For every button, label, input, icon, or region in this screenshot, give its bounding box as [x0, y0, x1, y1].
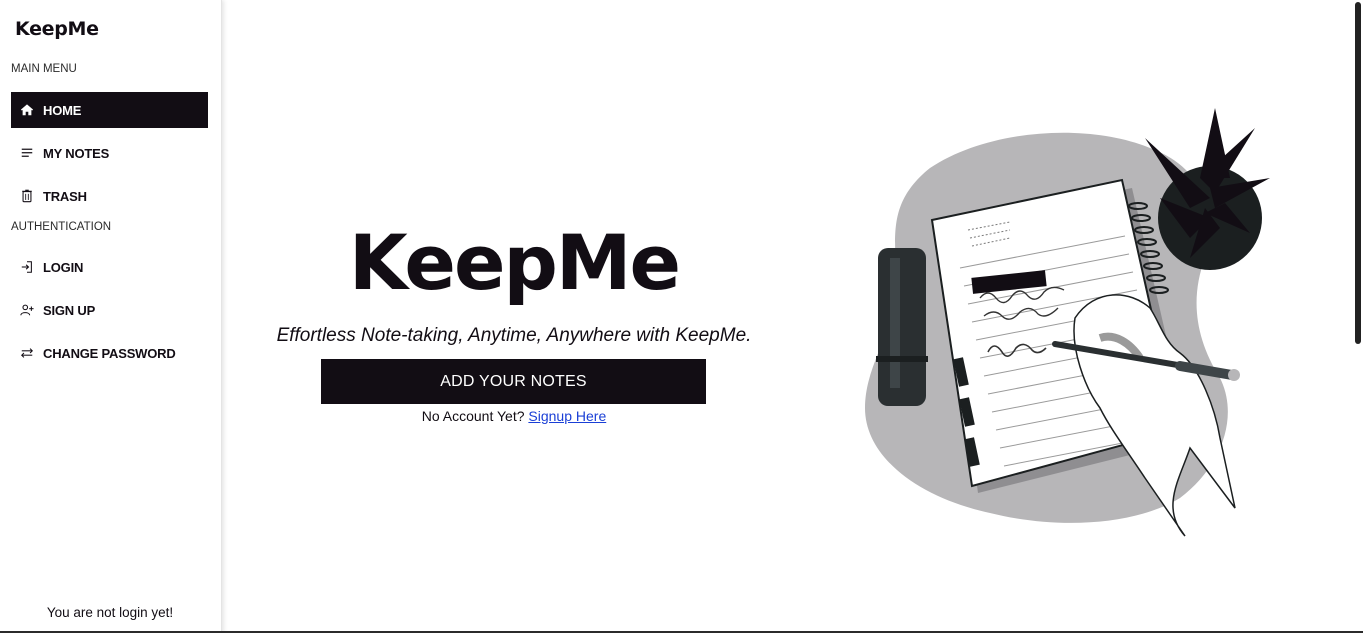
brand-logo[interactable]: KeepMe [15, 18, 99, 40]
notes-lines-icon [19, 145, 35, 161]
sidebar-item-label: LOGIN [43, 259, 84, 275]
sidebar-item-sign-up[interactable]: SIGN UP [11, 292, 208, 328]
home-icon [19, 102, 35, 118]
sidebar-item-label: MY NOTES [43, 145, 110, 161]
sidebar-item-label: CHANGE PASSWORD [43, 345, 176, 361]
sidebar-item-my-notes[interactable]: MY NOTES [11, 135, 208, 171]
sidebar: KeepMe MAIN MENU HOME MY NOTES TRASH AUT… [0, 0, 222, 633]
scrollbar-thumb[interactable] [1355, 2, 1361, 344]
sidebar-item-label: HOME [43, 102, 82, 118]
login-status-text: You are not login yet! [46, 605, 174, 620]
signup-prompt: No Account Yet? Signup Here [262, 408, 766, 424]
page-scrollbar[interactable] [1353, 0, 1363, 633]
login-icon [19, 259, 35, 275]
sidebar-item-label: SIGN UP [43, 302, 96, 318]
sidebar-item-trash[interactable]: TRASH [11, 178, 208, 214]
hero-title: KeepMe [348, 218, 681, 307]
add-your-notes-button[interactable]: ADD YOUR NOTES [321, 359, 706, 404]
section-label-authentication: AUTHENTICATION [11, 221, 112, 233]
sidebar-item-label: TRASH [43, 188, 87, 204]
sidebar-item-change-password[interactable]: CHANGE PASSWORD [11, 335, 208, 371]
signup-link[interactable]: Signup Here [528, 408, 606, 424]
section-label-main-menu: MAIN MENU [11, 63, 77, 75]
hero-subtitle: Effortless Note-taking, Anytime, Anywher… [276, 325, 752, 346]
swap-arrows-icon [19, 345, 35, 361]
trash-icon [19, 188, 35, 204]
user-plus-icon [19, 302, 35, 318]
notebook-illustration [860, 108, 1280, 540]
sidebar-item-home[interactable]: HOME [11, 92, 208, 128]
signup-prompt-text: No Account Yet? [421, 408, 525, 424]
sidebar-item-login[interactable]: LOGIN [11, 249, 208, 285]
